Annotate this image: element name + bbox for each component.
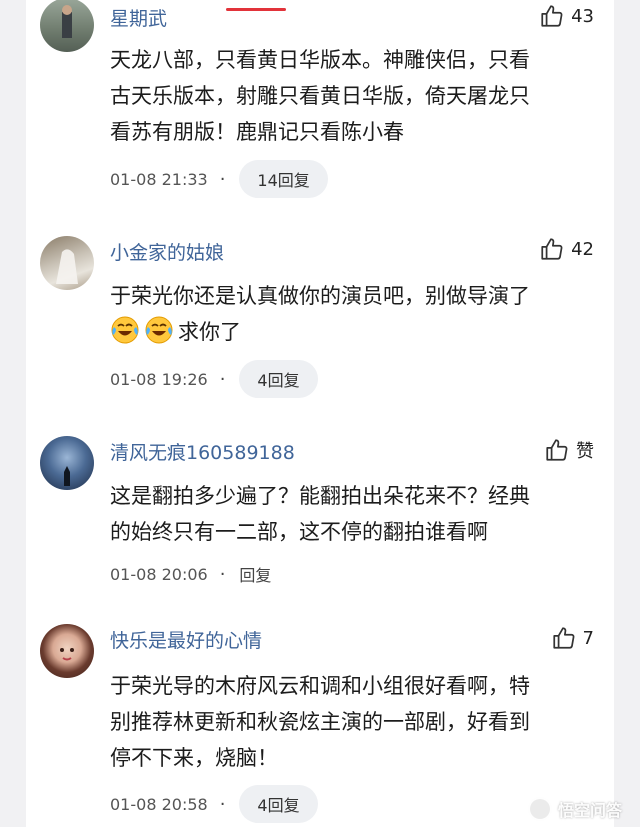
comment-meta: 01-08 20:58 · 4回复: [110, 785, 318, 823]
username[interactable]: 快乐是最好的心情: [110, 626, 262, 653]
wukong-logo-icon: [527, 797, 552, 821]
watermark-text: 悟空问答: [557, 801, 622, 820]
comment-line: 古天乐版本，射雕只看黄日华版，倚天屠龙只: [110, 84, 530, 108]
timestamp: 01-08 20:06: [110, 564, 208, 584]
username[interactable]: 清风无痕160589188: [110, 438, 295, 465]
avatar[interactable]: [40, 436, 94, 490]
comment-line: 于荣光你还是认真做你的演员吧，别做导演了: [110, 284, 530, 308]
comment-line: 求你了: [110, 314, 596, 350]
comment-text: 于荣光导的木府风云和调和小组很好看啊，特 别推荐林更新和秋瓷炫主演的一部剧，好看…: [110, 668, 596, 776]
thumbs-up-icon: [541, 5, 563, 27]
username[interactable]: 小金家的姑娘: [110, 238, 224, 265]
like-count: 42: [571, 238, 594, 260]
comment-line-text: 求你了: [178, 320, 241, 344]
like-button[interactable]: 42: [539, 235, 594, 263]
comment-line: 别推荐林更新和秋瓷炫主演的一部剧，好看到: [110, 710, 530, 734]
separator: ·: [219, 563, 226, 585]
thumbs-up-icon: [541, 238, 563, 260]
watermark: 悟空问答: [527, 797, 622, 821]
comment-line: 的始终只有一二部，这不停的翻拍谁看啊: [110, 520, 488, 544]
reply-button[interactable]: 14回复: [239, 160, 328, 198]
timestamp: 01-08 21:33: [110, 169, 208, 189]
separator: ·: [219, 168, 226, 190]
separator: ·: [219, 368, 226, 390]
avatar[interactable]: [40, 236, 94, 290]
avatar[interactable]: [40, 0, 94, 52]
reply-button[interactable]: 4回复: [239, 785, 318, 823]
top-accent-bar: [226, 8, 286, 11]
timestamp: 01-08 19:26: [110, 369, 208, 389]
thumbs-up-icon: [546, 439, 568, 461]
comment-line: 天龙八部，只看黄日华版本。神雕侠侣，只看: [110, 48, 530, 72]
crying-laughing-emoji-icon: [145, 316, 173, 344]
username[interactable]: 星期武: [110, 4, 167, 31]
comment-text: 这是翻拍多少遍了？能翻拍出朵花来不？经典 的始终只有一二部，这不停的翻拍谁看啊: [110, 478, 596, 550]
comment-meta: 01-08 19:26 · 4回复: [110, 360, 318, 398]
comment-text: 于荣光你还是认真做你的演员吧，别做导演了 求你了: [110, 278, 596, 350]
like-button[interactable]: 43: [539, 2, 594, 30]
thumbs-up-icon: [552, 627, 574, 649]
comment-meta: 01-08 21:33 · 14回复: [110, 160, 328, 198]
like-button[interactable]: 赞: [544, 436, 594, 464]
crying-laughing-emoji-icon: [111, 316, 139, 344]
avatar[interactable]: [40, 624, 94, 678]
comment-line: 这是翻拍多少遍了？能翻拍出朵花来不？经典: [110, 484, 530, 508]
comment-meta: 01-08 20:06 · 回复: [110, 555, 271, 593]
reply-button[interactable]: 4回复: [239, 360, 318, 398]
separator: ·: [219, 793, 226, 815]
like-count: 43: [571, 5, 594, 27]
like-button[interactable]: 7: [551, 624, 594, 652]
comment-list: 星期武 43 天龙八部，只看黄日华版本。神雕侠侣，只看 古天乐版本，射雕只看黄日…: [26, 0, 614, 827]
like-count: 7: [582, 627, 594, 649]
comment-line: 停不下来，烧脑！: [110, 746, 278, 770]
comment-text: 天龙八部，只看黄日华版本。神雕侠侣，只看 古天乐版本，射雕只看黄日华版，倚天屠龙…: [110, 42, 596, 150]
reply-button[interactable]: 回复: [239, 562, 271, 586]
like-label: 赞: [576, 441, 594, 462]
timestamp: 01-08 20:58: [110, 794, 208, 814]
comment-line: 看苏有朋版！鹿鼎记只看陈小春: [110, 120, 404, 144]
comment-line: 于荣光导的木府风云和调和小组很好看啊，特: [110, 674, 530, 698]
